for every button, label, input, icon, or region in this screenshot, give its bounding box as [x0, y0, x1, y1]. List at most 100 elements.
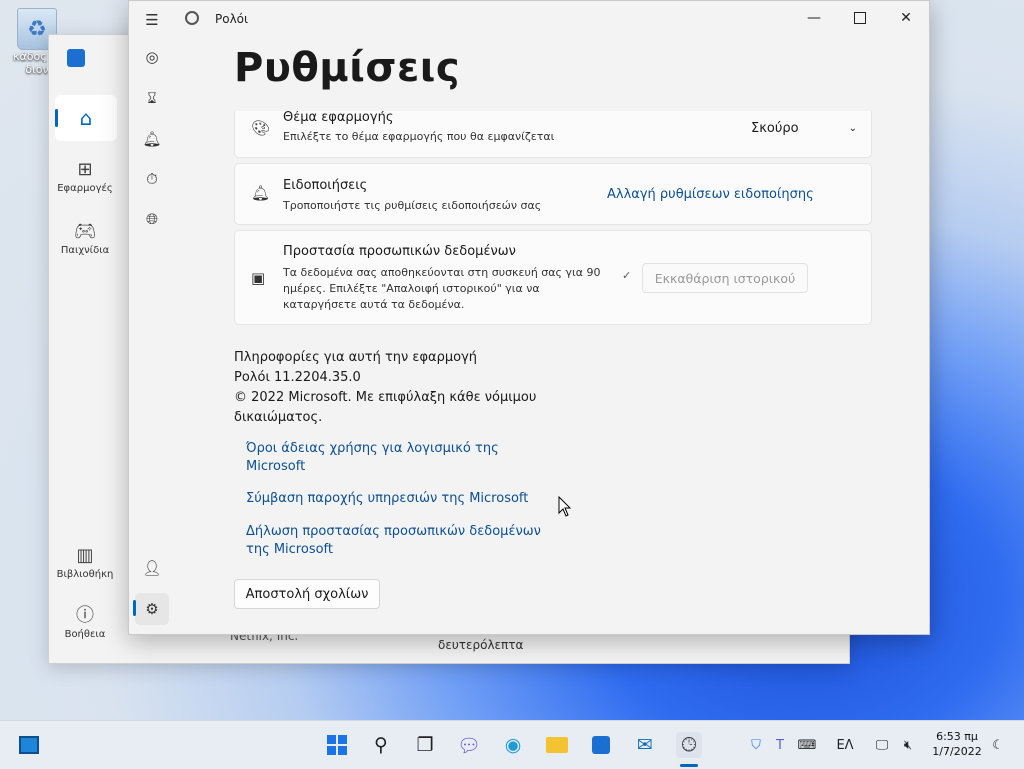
- palette-icon: 🎨︎: [251, 119, 271, 137]
- store-nav-library-label: Βιβλιοθήκη: [56, 569, 114, 580]
- store-nav-rail: ⌂ ⊞ Εφαρμογές 🎮︎ Παιχνίδια ▥ Βιβλιοθήκη …: [49, 35, 121, 663]
- person-icon: 👤︎: [142, 559, 162, 577]
- stopwatch-icon: ⏱︎: [146, 170, 158, 188]
- notifications-title: Ειδοποιήσεις: [283, 178, 368, 193]
- clock-window[interactable]: ☰ ◎ ⌛︎ 🔔︎ ⏱︎ 🌐︎ 👤︎ ⚙ Ρολόι — ✕ Ρυθμίσεις…: [128, 0, 930, 635]
- nav-timer[interactable]: ⌛︎: [135, 82, 169, 114]
- privacy-desc-line1: Τα δεδομένα σας αποθηκεύονται στη συσκευ…: [283, 266, 601, 279]
- chat-icon: 💬︎: [456, 734, 482, 757]
- edge-button[interactable]: ◉: [500, 732, 526, 758]
- search-icon: ⚲: [374, 734, 388, 756]
- task-view-button[interactable]: ❐: [412, 732, 438, 758]
- theme-card: 🎨︎ Θέμα εφαρμογής Επιλέξτε το θέμα εφαρμ…: [234, 111, 872, 158]
- theme-dropdown[interactable]: Σκούρο ⌄: [751, 117, 861, 139]
- home-icon: ⌂: [79, 106, 93, 130]
- privacy-statement-link-line1: Δήλωση προστασίας προσωπικών δεδομένων: [246, 524, 541, 539]
- privacy-card: ▣ Προστασία προσωπικών δεδομένων Τα δεδο…: [234, 230, 872, 325]
- library-icon: ▥: [76, 545, 94, 566]
- active-app-indicator: [680, 764, 698, 767]
- mouse-cursor-icon: [558, 496, 572, 517]
- theme-desc: Επιλέξτε το θέμα εφαρμογής που θα εμφανί…: [283, 130, 555, 143]
- store-nav-games[interactable]: 🎮︎ Παιχνίδια: [49, 219, 121, 256]
- privacy-desc-line3: καταργήσετε αυτά τα δεδομένα.: [283, 298, 465, 311]
- nav-world-clock[interactable]: 🌐︎: [135, 203, 169, 235]
- defender-tray-button[interactable]: ⛉: [746, 734, 766, 756]
- focus-icon: ◎: [145, 48, 159, 66]
- account-button[interactable]: 👤︎: [135, 552, 169, 584]
- store-peek-text: δευτερόλεπτα: [438, 638, 524, 652]
- notifications-card: 🔔︎ Ειδοποιήσεις Τροποποιήστε τις ρυθμίσε…: [234, 163, 872, 225]
- gear-icon: ⚙: [145, 600, 159, 618]
- keyboard-tray-button[interactable]: ⌨: [796, 734, 818, 756]
- task-view-icon: ❐: [416, 734, 434, 756]
- license-terms-link-line2: Microsoft: [246, 459, 306, 474]
- nav-stopwatch[interactable]: ⏱︎: [135, 163, 169, 195]
- language-indicator[interactable]: ΕΛ: [832, 734, 858, 756]
- taskbar-date: 1/7/2022: [932, 745, 982, 758]
- edge-icon: ◉: [504, 734, 522, 756]
- start-button[interactable]: [324, 732, 350, 758]
- privacy-statement-link-line2: της Microsoft: [246, 542, 333, 557]
- nav-focus-sessions[interactable]: ◎: [135, 41, 169, 73]
- shield-icon: ⛉: [751, 737, 761, 753]
- clock-taskbar-button[interactable]: 🕒︎: [676, 732, 702, 758]
- store-nav-games-label: Παιχνίδια: [60, 245, 110, 256]
- nav-settings[interactable]: ⚙: [135, 593, 169, 625]
- clear-history-button[interactable]: Εκκαθάριση ιστορικού: [642, 263, 808, 293]
- privacy-shield-icon: ▣: [251, 269, 266, 287]
- bell-icon: 🔔︎: [142, 130, 162, 148]
- speaker-muted-icon: 🔇︎: [903, 737, 913, 753]
- hourglass-icon: ⌛︎: [147, 89, 157, 107]
- nav-alarm[interactable]: 🔔︎: [135, 123, 169, 155]
- moon-icon: ☾: [992, 737, 1004, 753]
- chevron-down-icon: ⌄: [848, 122, 857, 134]
- taskbar-clock[interactable]: 6:53 πμ 1/7/2022: [926, 729, 988, 759]
- clock-nav-rail: ☰ ◎ ⌛︎ 🔔︎ ⏱︎ 🌐︎ 👤︎ ⚙: [129, 1, 175, 634]
- teams-icon: T: [776, 737, 784, 753]
- folder-icon: [546, 737, 568, 753]
- store-nav-apps[interactable]: ⊞ Εφαρμογές: [49, 157, 121, 194]
- store-nav-apps-label: Εφαρμογές: [57, 183, 113, 194]
- store-nav-help[interactable]: ⓘ Βοήθεια: [49, 603, 121, 640]
- send-feedback-button[interactable]: Αποστολή σχολίων: [234, 579, 380, 609]
- privacy-statement-link[interactable]: Δήλωση προστασίας προσωπικών δεδομένων τ…: [246, 523, 556, 559]
- nav-selected-indicator: [133, 600, 136, 616]
- mail-button[interactable]: ✉: [632, 732, 658, 758]
- apps-icon: ⊞: [77, 159, 93, 180]
- widgets-button[interactable]: [16, 732, 42, 758]
- store-logo-icon: [67, 49, 85, 67]
- privacy-desc-line2: ημέρες. Επιλέξτε "Απαλοιφή ιστορικού" γι…: [283, 282, 540, 295]
- notifications-desc: Τροποποιήστε τις ρυθμίσεις ειδοποιήσεών …: [283, 199, 542, 212]
- globe-icon: 🌐︎: [145, 210, 158, 228]
- network-tray-button[interactable]: 🖵︎: [872, 734, 892, 756]
- copyright-line1: © 2022 Microsoft. Με επιφύλαξη κάθε νόμι…: [234, 390, 537, 405]
- chat-button[interactable]: 💬︎: [456, 732, 482, 758]
- store-nav-help-label: Βοήθεια: [64, 629, 106, 640]
- checkmark-icon: ✓: [622, 269, 632, 282]
- theme-value: Σκούρο: [751, 120, 799, 136]
- services-agreement-link[interactable]: Σύμβαση παροχής υπηρεσιών της Microsoft: [246, 490, 556, 508]
- page-title: Ρυθμίσεις: [234, 45, 461, 91]
- store-icon: [592, 736, 610, 754]
- theme-title: Θέμα εφαρμογής: [283, 111, 394, 125]
- about-heading: Πληροφορίες για αυτή την εφαρμογή: [234, 350, 478, 365]
- store-nav-indicator: [55, 109, 58, 127]
- focus-assist-button[interactable]: ☾: [988, 734, 1008, 756]
- store-nav-library[interactable]: ▥ Βιβλιοθήκη: [49, 543, 121, 580]
- search-button[interactable]: ⚲: [368, 732, 394, 758]
- copyright-line2: δικαιώματος.: [234, 410, 323, 425]
- help-icon: ⓘ: [76, 605, 94, 626]
- teams-tray-button[interactable]: T: [770, 734, 790, 756]
- notification-settings-link[interactable]: Αλλαγή ρυθμίσεων ειδοποίησης: [607, 187, 814, 202]
- privacy-title: Προστασία προσωπικών δεδομένων: [283, 244, 516, 259]
- license-terms-link-line1: Όροι άδειας χρήσης για λογισμικό της: [246, 441, 499, 456]
- widgets-icon: [19, 736, 39, 754]
- clock-icon: 🕒︎: [681, 734, 697, 756]
- volume-tray-button[interactable]: 🔇︎: [898, 734, 918, 756]
- license-terms-link[interactable]: Όροι άδειας χρήσης για λογισμικό της Mic…: [246, 440, 556, 476]
- keyboard-icon: ⌨: [797, 737, 817, 753]
- file-explorer-button[interactable]: [544, 732, 570, 758]
- store-taskbar-button[interactable]: [588, 732, 614, 758]
- store-nav-home[interactable]: ⌂: [55, 95, 117, 141]
- app-version: Ρολόι 11.2204.35.0: [234, 370, 361, 385]
